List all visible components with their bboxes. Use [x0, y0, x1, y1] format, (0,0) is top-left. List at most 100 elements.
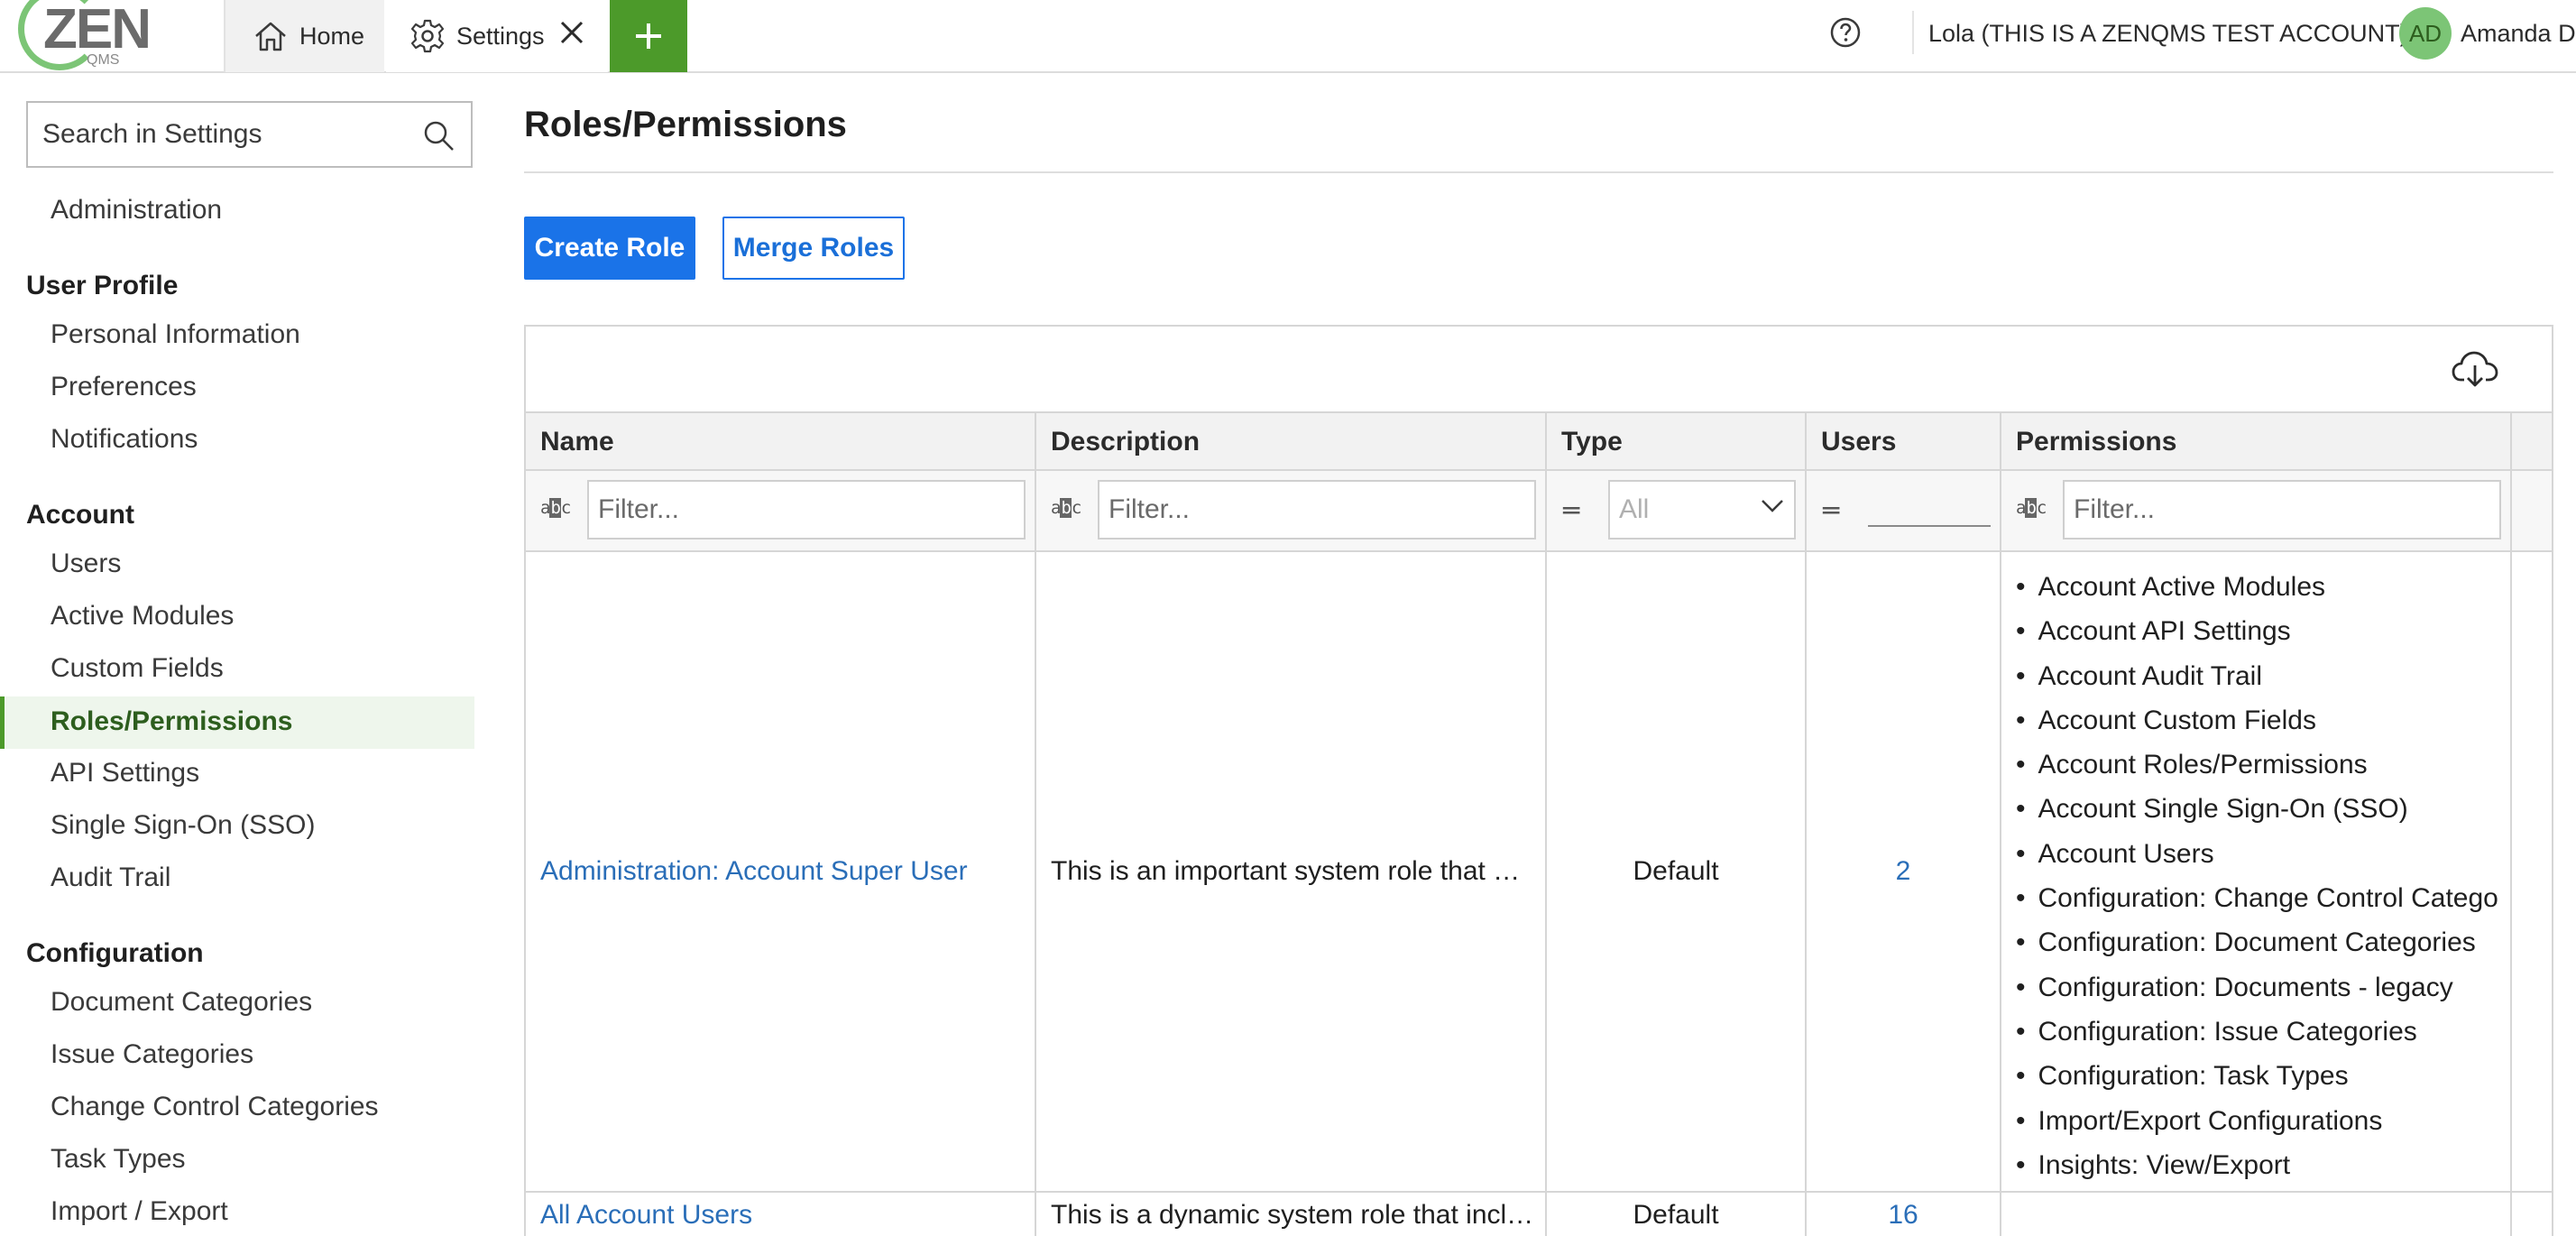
page-title: Roles/Permissions [524, 105, 847, 144]
equals-filter-icon[interactable]: ═ [1563, 495, 1579, 527]
create-role-button[interactable]: Create Role [524, 217, 695, 280]
table-row-1-users: 2 [1807, 552, 2001, 1193]
permission-item: Insights: View/Export [2016, 1143, 2510, 1187]
sidebar-item-notifications[interactable]: Notifications [51, 424, 198, 455]
sidebar-item-api-settings[interactable]: API Settings [51, 758, 199, 789]
sidebar-item-single-sign-on[interactable]: Single Sign-On (SSO) [51, 810, 315, 841]
table-row-1-description: This is an important system role that … [1036, 552, 1547, 1193]
permission-item: Account API Settings [2016, 609, 2510, 653]
top-bar: ZEN QMS Home Settings Lola (THIS IS A ZE… [0, 0, 2576, 73]
account-selector[interactable]: Lola (THIS IS A ZENQMS TEST ACCOUNT) [1928, 20, 2408, 48]
sidebar-item-import-export[interactable]: Import / Export [51, 1196, 228, 1227]
sidebar-item-document-categories[interactable]: Document Categories [51, 987, 312, 1018]
table-row-2-description: This is a dynamic system role that incl… [1036, 1193, 1547, 1236]
sidebar-item-personal-information[interactable]: Personal Information [51, 319, 300, 350]
permission-item: Account Audit Trail [2016, 654, 2510, 698]
filter-cell-type: ═ All [1547, 471, 1807, 552]
settings-search-input[interactable] [42, 103, 403, 166]
column-header-permissions[interactable]: Permissions [2001, 413, 2512, 471]
permission-item: Import/Export Configurations [2016, 1099, 2510, 1143]
table-row-1-permissions: Account Active Modules Account API Setti… [2001, 552, 2512, 1193]
sidebar-item-roles-permissions[interactable]: Roles/Permissions [0, 696, 474, 749]
logo-subtext: QMS [87, 52, 120, 68]
tab-home[interactable]: Home [225, 0, 384, 72]
type-filter-select[interactable]: All [1608, 480, 1796, 540]
settings-search [26, 101, 473, 168]
tab-settings-label: Settings [456, 22, 545, 50]
description-filter-input[interactable] [1098, 480, 1536, 540]
role-users-link[interactable]: 2 [1896, 856, 1911, 887]
users-filter-input[interactable] [1868, 493, 1991, 525]
permission-item: Account Single Sign-On (SSO) [2016, 787, 2510, 831]
add-tab-button[interactable] [610, 0, 687, 72]
help-button[interactable] [1827, 14, 1863, 51]
permission-list: Account Active Modules Account API Setti… [2001, 552, 2510, 1187]
logo-text: ZEN [43, 0, 152, 60]
column-header-type[interactable]: Type [1547, 413, 1807, 471]
role-name-link[interactable]: Administration: Account Super User [540, 856, 968, 887]
role-users-link[interactable]: 16 [1888, 1200, 1918, 1231]
close-tab-button[interactable] [554, 14, 590, 51]
filter-cell-description: abc [1036, 471, 1547, 552]
gear-icon [410, 19, 445, 53]
permission-item: Account Active Modules [2016, 565, 2510, 609]
text-filter-icon[interactable]: abc [1051, 498, 1081, 518]
table-row-1-spacer [2512, 552, 2552, 1193]
cloud-download-icon [2452, 351, 2498, 387]
table-row-1-name: Administration: Account Super User [526, 552, 1036, 1193]
user-menu[interactable]: Amanda D [2461, 20, 2576, 48]
role-description: This is an important system role that … [1051, 856, 1521, 886]
permission-item: Account Users [2016, 832, 2510, 876]
close-icon [560, 21, 584, 44]
permissions-filter-input[interactable] [2063, 480, 2501, 540]
text-filter-icon[interactable]: abc [540, 498, 571, 518]
settings-sidebar: Administration User Profile Personal Inf… [0, 74, 476, 1236]
permission-item: Configuration: Documents - legacy [2016, 965, 2510, 1010]
table-row-1-type: Default [1547, 552, 1807, 1193]
permission-item: Configuration: Document Categories [2016, 920, 2510, 964]
column-header-name[interactable]: Name [526, 413, 1036, 471]
search-icon[interactable] [422, 119, 456, 153]
role-type: Default [1633, 856, 1719, 886]
merge-roles-button[interactable]: Merge Roles [722, 217, 905, 280]
sidebar-item-label: Roles/Permissions [51, 706, 293, 736]
role-type: Default [1633, 1200, 1719, 1230]
sidebar-item-administration[interactable]: Administration [51, 195, 222, 226]
permission-item: Account Custom Fields [2016, 698, 2510, 743]
role-name-link[interactable]: All Account Users [540, 1200, 752, 1231]
sidebar-heading-account: Account [26, 500, 134, 530]
tab-home-label: Home [299, 22, 365, 50]
name-filter-input[interactable] [587, 480, 1026, 540]
sidebar-item-custom-fields[interactable]: Custom Fields [51, 653, 224, 684]
table-row-2-permissions [2001, 1193, 2512, 1236]
sidebar-item-users[interactable]: Users [51, 549, 121, 579]
sidebar-item-issue-categories[interactable]: Issue Categories [51, 1039, 253, 1070]
sidebar-item-change-control-categories[interactable]: Change Control Categories [51, 1092, 379, 1122]
chevron-down-icon [1762, 500, 1783, 512]
type-filter-value: All [1619, 494, 1650, 524]
plus-icon [636, 23, 661, 49]
sidebar-item-preferences[interactable]: Preferences [51, 372, 197, 402]
sidebar-item-audit-trail[interactable]: Audit Trail [51, 862, 170, 893]
help-icon [1830, 17, 1861, 48]
permission-item: Account Roles/Permissions [2016, 743, 2510, 787]
filter-cell-permissions: abc [2001, 471, 2512, 552]
grid-toolbar [526, 327, 2552, 413]
zenqms-logo[interactable]: ZEN QMS [16, 0, 224, 72]
text-filter-icon[interactable]: abc [2016, 498, 2047, 518]
topbar-divider [1912, 11, 1914, 54]
filter-cell-users: ═ [1807, 471, 2001, 552]
export-button[interactable] [2451, 346, 2499, 392]
roles-grid: Name Description Type Users Permissions … [524, 325, 2553, 1236]
table-row-2-name: All Account Users [526, 1193, 1036, 1236]
equals-filter-icon[interactable]: ═ [1823, 495, 1839, 527]
home-icon [255, 22, 286, 51]
role-description: This is a dynamic system role that incl… [1051, 1200, 1534, 1230]
sidebar-item-active-modules[interactable]: Active Modules [51, 601, 234, 632]
permission-item: Configuration: Task Types [2016, 1054, 2510, 1098]
table-row-2-spacer [2512, 1193, 2552, 1236]
avatar[interactable]: AD [2399, 7, 2452, 60]
column-header-description[interactable]: Description [1036, 413, 1547, 471]
column-header-users[interactable]: Users [1807, 413, 2001, 471]
sidebar-item-task-types[interactable]: Task Types [51, 1144, 186, 1175]
